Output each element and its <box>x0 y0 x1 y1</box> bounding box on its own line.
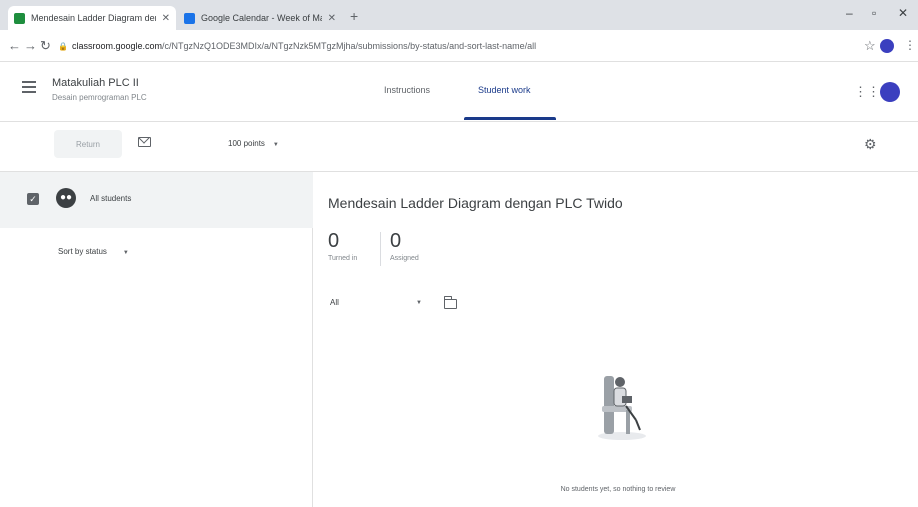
turned-in-count: 0 <box>328 230 340 252</box>
close-tab-icon[interactable]: ✕ <box>328 13 336 24</box>
active-tab-indicator <box>464 117 556 120</box>
chevron-down-icon[interactable]: ▼ <box>416 300 422 306</box>
url-path: /c/NTgzNzQ1ODE3MDIx/a/NTgzNzk5MTgzMjha/s… <box>162 41 537 51</box>
reload-icon[interactable]: ↻ <box>40 38 51 54</box>
sort-dropdown[interactable]: Sort by status ▼ <box>58 247 129 256</box>
browser-tab-title: Mendesain Ladder Diagram den... <box>31 13 156 23</box>
new-tab-icon[interactable]: + <box>350 8 358 24</box>
assigned-stat[interactable]: 0 Assigned <box>390 230 419 262</box>
classroom-header: Matakuliah PLC II Desain pemrograman PLC… <box>0 62 918 122</box>
close-window-icon[interactable]: ✕ <box>898 6 908 20</box>
browser-menu-icon[interactable]: ⋮ <box>904 38 916 52</box>
avatar[interactable] <box>880 82 900 102</box>
maximize-icon[interactable]: ▫ <box>872 6 876 20</box>
assigned-label: Assigned <box>390 255 419 262</box>
tab-student-work[interactable]: Student work <box>478 85 531 95</box>
submission-main-panel: Mendesain Ladder Diagram dengan PLC Twid… <box>314 172 918 507</box>
select-all-checkbox[interactable]: ✓ <box>27 193 39 205</box>
assignment-title: Mendesain Ladder Diagram dengan PLC Twid… <box>328 195 623 211</box>
browser-tab-active[interactable]: Mendesain Ladder Diagram den... ✕ <box>8 6 176 30</box>
url-field[interactable]: 🔒 classroom.google.com /c/NTgzNzQ1ODE3MD… <box>58 34 858 58</box>
folder-icon[interactable] <box>443 296 457 309</box>
address-bar: ← → ↻ 🔒 classroom.google.com /c/NTgzNzQ1… <box>0 30 918 62</box>
points-dropdown[interactable]: 100 points ▼ <box>228 139 279 148</box>
all-students-row[interactable]: ✓ ●● All students <box>0 172 313 228</box>
turned-in-label: Turned in <box>328 255 358 262</box>
group-icon: ●● <box>56 188 76 208</box>
chevron-down-icon: ▼ <box>272 142 279 148</box>
url-host: classroom.google.com <box>71 41 163 51</box>
main-menu-icon[interactable] <box>22 81 36 96</box>
browser-profile-avatar[interactable] <box>880 39 894 53</box>
stat-divider <box>380 232 381 266</box>
sort-label: Sort by status <box>58 247 107 256</box>
chevron-down-icon: ▼ <box>122 250 129 256</box>
class-subtitle: Desain pemrograman PLC <box>52 93 147 102</box>
return-button[interactable]: Return <box>54 130 122 158</box>
student-list-panel: ✓ ●● All students Sort by status ▼ <box>0 172 313 507</box>
minimize-icon[interactable]: – <box>846 6 853 20</box>
browser-tab-calendar[interactable]: Google Calendar - Week of Ma... ✕ <box>178 6 342 30</box>
browser-tab-strip: Mendesain Ladder Diagram den... ✕ Google… <box>0 0 918 30</box>
grading-toolbar: Return 100 points ▼ ⚙ <box>0 122 918 172</box>
empty-state-illustration-icon <box>598 376 646 440</box>
calendar-favicon-icon <box>184 12 195 24</box>
browser-tab-title: Google Calendar - Week of Ma... <box>201 13 322 23</box>
tab-instructions[interactable]: Instructions <box>384 85 430 95</box>
back-icon[interactable]: ← <box>8 38 21 53</box>
points-label: 100 points <box>228 139 265 148</box>
classroom-favicon-icon <box>14 12 25 24</box>
status-filter-dropdown[interactable]: All <box>330 298 339 307</box>
all-students-label: All students <box>90 194 132 203</box>
close-tab-icon[interactable]: ✕ <box>162 13 170 24</box>
email-icon[interactable] <box>138 137 151 147</box>
class-name[interactable]: Matakuliah PLC II <box>52 77 139 89</box>
settings-gear-icon[interactable]: ⚙ <box>864 136 877 153</box>
bookmark-star-icon[interactable]: ☆ <box>864 38 876 54</box>
turned-in-stat[interactable]: 0 Turned in <box>328 230 357 262</box>
assigned-count: 0 <box>390 230 402 252</box>
forward-icon[interactable]: → <box>24 38 37 53</box>
empty-state-message: No students yet, so nothing to review <box>560 486 676 493</box>
lock-icon: 🔒 <box>58 41 68 51</box>
